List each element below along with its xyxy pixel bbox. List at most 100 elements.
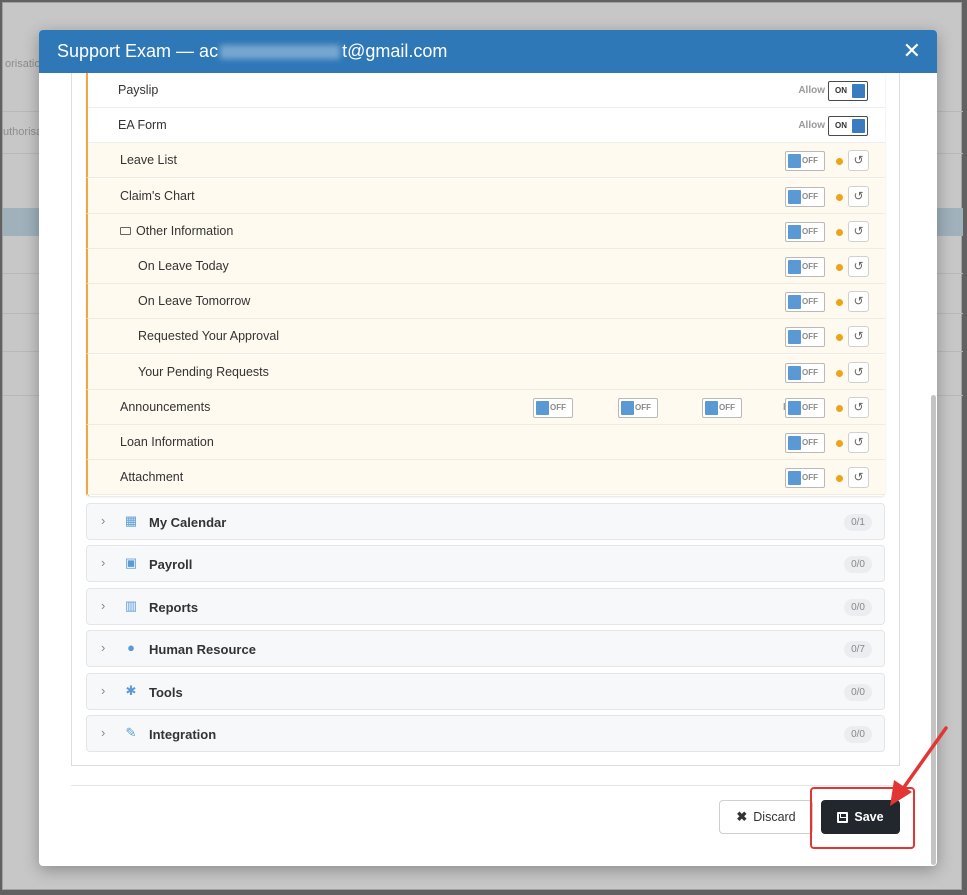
permission-label-text: Your Pending Requests	[138, 364, 269, 379]
toggle-knob	[788, 400, 801, 415]
section-header[interactable]: › ▦ My Calendar 0/1	[86, 503, 885, 540]
permission-toggle[interactable]: ON	[828, 116, 868, 137]
folder-icon	[120, 226, 131, 235]
reset-icon[interactable]: ↺	[848, 185, 869, 207]
permission-label: Attachment	[120, 470, 183, 484]
toggle-knob	[788, 330, 801, 345]
chevron-right-icon: ›	[101, 598, 106, 613]
permission-label-text: Leave List	[120, 153, 177, 168]
toggle-knob	[705, 400, 718, 415]
permission-toggle[interactable]: OFF	[785, 468, 825, 489]
permission-row: Loan InformationAllowOFF↺	[86, 425, 885, 460]
permission-row: Your Pending RequestsAllowOFF↺	[86, 354, 885, 390]
toggle-knob	[788, 471, 801, 486]
discard-button[interactable]: ✖ Discard	[719, 800, 813, 834]
section-header[interactable]: › ● Human Resource 0/7	[86, 630, 885, 667]
calendar-icon: ▦	[124, 513, 138, 528]
section-count-badge: 0/0	[844, 556, 872, 573]
toggle-knob	[852, 84, 865, 98]
section-title: My Calendar	[149, 515, 227, 530]
chevron-right-icon: ›	[101, 725, 106, 740]
permission-label-text: Other Information	[136, 223, 234, 238]
toggle-knob	[788, 224, 801, 239]
toggle-knob	[788, 260, 801, 274]
permission-label: Your Pending Requests	[138, 365, 269, 379]
permission-label-text: Requested Your Approval	[138, 329, 280, 344]
modified-indicator-dot	[836, 193, 843, 201]
permission-toggle[interactable]: OFF	[785, 433, 825, 453]
modal-title: Support Exam — ac t@gmail.com	[57, 41, 448, 61]
reset-icon[interactable]: ↺	[848, 361, 869, 383]
toggle-state-text: OFF	[802, 473, 818, 483]
section-count-badge: 0/0	[844, 599, 872, 616]
section-count-badge: 0/7	[844, 641, 872, 658]
bar-chart-icon: ▥	[124, 598, 138, 613]
modified-indicator-dot	[836, 228, 843, 236]
toggle-knob	[852, 119, 865, 134]
gear-icon: ✱	[125, 683, 137, 698]
reset-icon[interactable]: ↺	[848, 150, 869, 172]
modal-header: Support Exam — ac t@gmail.com ✕	[39, 30, 937, 73]
modified-indicator-dot	[836, 299, 843, 307]
permission-label: On Leave Tomorrow	[138, 294, 250, 308]
permission-row: AttachmentAllowOFF↺	[86, 460, 885, 496]
permission-toggle[interactable]: OFF	[618, 397, 658, 418]
section-header[interactable]: › ✱ Tools 0/0	[86, 673, 885, 710]
permission-row: On Leave TodayAllowOFF↺	[86, 249, 885, 284]
chevron-right-icon: ›	[101, 640, 106, 655]
permission-label-text: On Leave Tomorrow	[138, 294, 251, 309]
reset-icon[interactable]: ↺	[848, 326, 869, 348]
permission-label: On Leave Today	[138, 259, 229, 273]
permission-toggle[interactable]: ON	[828, 81, 868, 101]
modified-indicator-dot	[836, 369, 843, 377]
permission-toggle[interactable]: OFF	[785, 257, 825, 277]
toggle-state-text: OFF	[802, 332, 818, 342]
users-icon: ●	[127, 640, 135, 655]
section-header[interactable]: › ▥ Reports 0/0	[86, 588, 885, 625]
reset-icon[interactable]: ↺	[848, 467, 869, 489]
permission-toggle[interactable]: OFF	[785, 221, 825, 242]
reset-icon[interactable]: ↺	[848, 220, 869, 242]
reset-icon[interactable]: ↺	[848, 432, 869, 453]
toggle-state-text: OFF	[802, 191, 818, 201]
permission-toggle[interactable]: OFF	[785, 362, 825, 383]
section-header[interactable]: › ▣ Payroll 0/0	[86, 545, 885, 582]
modified-indicator-dot	[836, 264, 843, 271]
toggle-state-text: OFF	[802, 226, 818, 236]
toggle-state-text: OFF	[802, 438, 818, 447]
toggle-state-text: OFF	[802, 262, 818, 271]
permission-toggle[interactable]: OFF	[785, 151, 825, 172]
toggle-knob	[788, 365, 801, 380]
toggle-state-text: OFF	[635, 402, 651, 412]
modified-indicator-dot	[836, 475, 843, 483]
permission-toggle[interactable]: OFF	[533, 397, 573, 418]
permission-label-text: On Leave Today	[138, 259, 229, 273]
permission-toggle[interactable]: OFF	[785, 186, 825, 207]
permission-label: Payslip	[118, 83, 158, 97]
annotation-arrow	[890, 726, 948, 806]
permission-toggle[interactable]: OFF	[702, 397, 742, 418]
close-icon: ✖	[736, 809, 748, 824]
permission-toggle[interactable]: OFF	[785, 292, 825, 313]
redacted-email-blur	[220, 45, 341, 60]
section-count-badge: 0/0	[844, 726, 872, 743]
reset-icon[interactable]: ↺	[848, 256, 869, 277]
toggle-knob	[621, 400, 634, 415]
section-header[interactable]: › ✎ Integration 0/0	[86, 715, 885, 752]
toggle-knob	[536, 400, 549, 415]
toggle-knob	[788, 189, 801, 204]
footer-divider	[71, 785, 900, 786]
permission-row: AnnouncementsViewOFFAddOFFEditOFFDeleteO…	[86, 389, 885, 425]
reset-icon[interactable]: ↺	[848, 396, 869, 418]
close-icon[interactable]: ✕	[903, 40, 921, 62]
permission-label-text: EA Form	[118, 118, 167, 133]
permission-label: Announcements	[120, 400, 210, 414]
permission-label: Requested Your Approval	[138, 329, 279, 343]
permission-toggle[interactable]: OFF	[785, 397, 825, 418]
permission-label: Leave List	[120, 153, 177, 167]
permission-toggle[interactable]: OFF	[785, 327, 825, 348]
toggle-state-text: OFF	[802, 297, 818, 307]
permission-row: EA Form Allow ON	[88, 108, 885, 144]
permission-row: Claim's ChartAllowOFF↺	[86, 178, 885, 214]
reset-icon[interactable]: ↺	[848, 291, 869, 313]
